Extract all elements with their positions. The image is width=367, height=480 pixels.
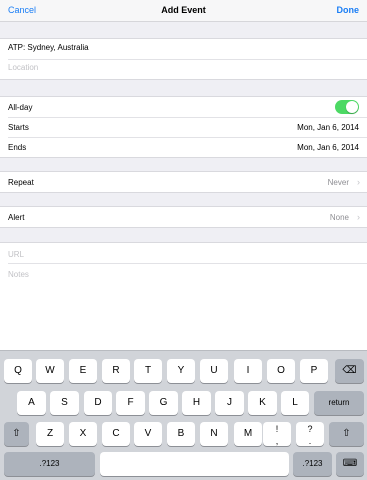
ends-label: Ends: [8, 143, 27, 152]
key-lower: .: [308, 436, 312, 446]
shift-key-left[interactable]: ⇧: [4, 422, 29, 446]
key-q[interactable]: Q: [4, 359, 32, 383]
ends-value: Mon, Jan 6, 2014: [297, 143, 359, 152]
key-x[interactable]: X: [69, 422, 97, 446]
title-row: [0, 39, 367, 59]
shift-key-right[interactable]: ⇧: [329, 422, 364, 446]
key-s[interactable]: S: [50, 391, 79, 415]
key-f[interactable]: F: [116, 391, 145, 415]
divider: [8, 263, 367, 264]
chevron-right-icon: ›: [357, 177, 360, 187]
done-button[interactable]: Done: [337, 5, 360, 15]
key-n[interactable]: N: [200, 422, 228, 446]
repeat-row[interactable]: Repeat Never ›: [0, 172, 367, 192]
key-exclaim-comma[interactable]: ! ,: [263, 422, 291, 446]
repeat-label: Repeat: [8, 178, 34, 187]
notes-field[interactable]: Notes: [8, 270, 29, 279]
key-h[interactable]: H: [182, 391, 211, 415]
key-upper: ?: [307, 424, 313, 434]
delete-icon: ⌫: [342, 365, 357, 376]
page-title: Add Event: [161, 5, 206, 15]
allday-row: All-day: [0, 97, 367, 117]
key-p[interactable]: P: [300, 359, 328, 383]
allday-label: All-day: [8, 103, 33, 112]
alert-value: None: [329, 213, 349, 222]
starts-value: Mon, Jan 6, 2014: [297, 123, 359, 132]
space-bar[interactable]: [100, 452, 289, 476]
title-field[interactable]: [8, 43, 348, 52]
repeat-group: Repeat Never ›: [0, 171, 367, 193]
title-location-group: [0, 38, 367, 80]
key-b[interactable]: B: [167, 422, 195, 446]
ends-row[interactable]: Ends Mon, Jan 6, 2014: [0, 137, 367, 157]
alert-group: Alert None ›: [0, 206, 367, 228]
key-c[interactable]: C: [102, 422, 130, 446]
key-m[interactable]: M: [234, 422, 262, 446]
chevron-right-icon: ›: [357, 212, 360, 222]
key-j[interactable]: J: [215, 391, 244, 415]
delete-key[interactable]: ⌫: [335, 359, 364, 383]
key-z[interactable]: Z: [36, 422, 64, 446]
key-o[interactable]: O: [267, 359, 295, 383]
key-y[interactable]: Y: [167, 359, 195, 383]
key-d[interactable]: D: [84, 391, 112, 415]
key-g[interactable]: G: [149, 391, 178, 415]
navigation-bar: Cancel Add Event Done: [0, 0, 367, 22]
allday-toggle[interactable]: [335, 100, 359, 114]
hide-keyboard-key[interactable]: ⌨: [336, 452, 364, 476]
shift-icon: ⇧: [342, 428, 351, 439]
alert-row[interactable]: Alert None ›: [0, 207, 367, 227]
toggle-knob: [346, 101, 358, 113]
key-v[interactable]: V: [134, 422, 162, 446]
key-t[interactable]: T: [134, 359, 162, 383]
keyboard: Q W E R T Y U I O P ⌫ A S D F G H J K L …: [0, 350, 367, 480]
key-e[interactable]: E: [69, 359, 97, 383]
starts-label: Starts: [8, 123, 29, 132]
url-notes-group: URL Notes: [0, 242, 367, 350]
location-field[interactable]: [8, 63, 348, 72]
starts-row[interactable]: Starts Mon, Jan 6, 2014: [0, 117, 367, 137]
key-i[interactable]: I: [234, 359, 262, 383]
key-lower: ,: [275, 436, 279, 446]
numbers-key-left[interactable]: .?123: [4, 452, 95, 476]
key-k[interactable]: K: [248, 391, 277, 415]
url-field[interactable]: URL: [8, 250, 24, 259]
key-r[interactable]: R: [102, 359, 130, 383]
keyboard-icon: ⌨: [342, 458, 358, 469]
key-l[interactable]: L: [281, 391, 309, 415]
return-key[interactable]: return: [314, 391, 364, 415]
key-upper: !: [275, 424, 279, 434]
key-question-period[interactable]: ? .: [296, 422, 324, 446]
key-w[interactable]: W: [36, 359, 64, 383]
key-a[interactable]: A: [17, 391, 46, 415]
numbers-key-right[interactable]: .?123: [293, 452, 332, 476]
shift-icon: ⇧: [12, 428, 21, 439]
key-u[interactable]: U: [200, 359, 228, 383]
repeat-value: Never: [327, 178, 349, 187]
alert-label: Alert: [8, 213, 25, 222]
location-row: [0, 59, 367, 79]
timing-group: All-day Starts Mon, Jan 6, 2014 Ends Mon…: [0, 96, 367, 158]
